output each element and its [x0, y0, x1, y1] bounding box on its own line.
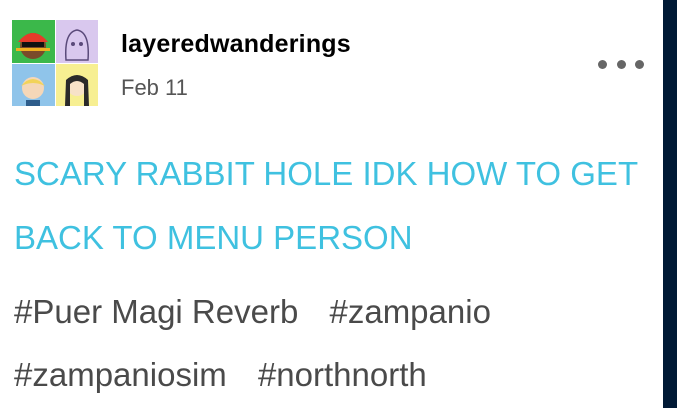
tag-link[interactable]: #northnorth — [258, 356, 427, 393]
more-dot — [616, 59, 626, 69]
blog-avatar[interactable] — [12, 20, 98, 106]
tag-link[interactable]: #zampanio — [329, 293, 490, 330]
post-body-text: SCARY RABBIT HOLE IDK HOW TO GET BACK TO… — [14, 155, 638, 256]
avatar-tile-1 — [12, 20, 55, 63]
avatar-tile-4 — [55, 63, 98, 106]
avatar-tile-3 — [12, 63, 55, 106]
tag-link[interactable]: #zampaniosim — [14, 356, 227, 393]
post-tags: #Puer Magi Reverb #zampanio #zampaniosim… — [14, 280, 644, 406]
post-card: layeredwanderings Feb 11 SCARY RABBIT HO… — [0, 0, 663, 408]
blog-name[interactable]: layeredwanderings — [121, 30, 351, 59]
more-options-icon[interactable] — [598, 56, 644, 72]
tag-link[interactable]: #Puer Magi Reverb — [14, 293, 298, 330]
post-date[interactable]: Feb 11 — [121, 75, 188, 101]
more-dot — [635, 59, 644, 69]
avatar-tile-2 — [55, 20, 98, 63]
more-dot — [598, 59, 607, 69]
